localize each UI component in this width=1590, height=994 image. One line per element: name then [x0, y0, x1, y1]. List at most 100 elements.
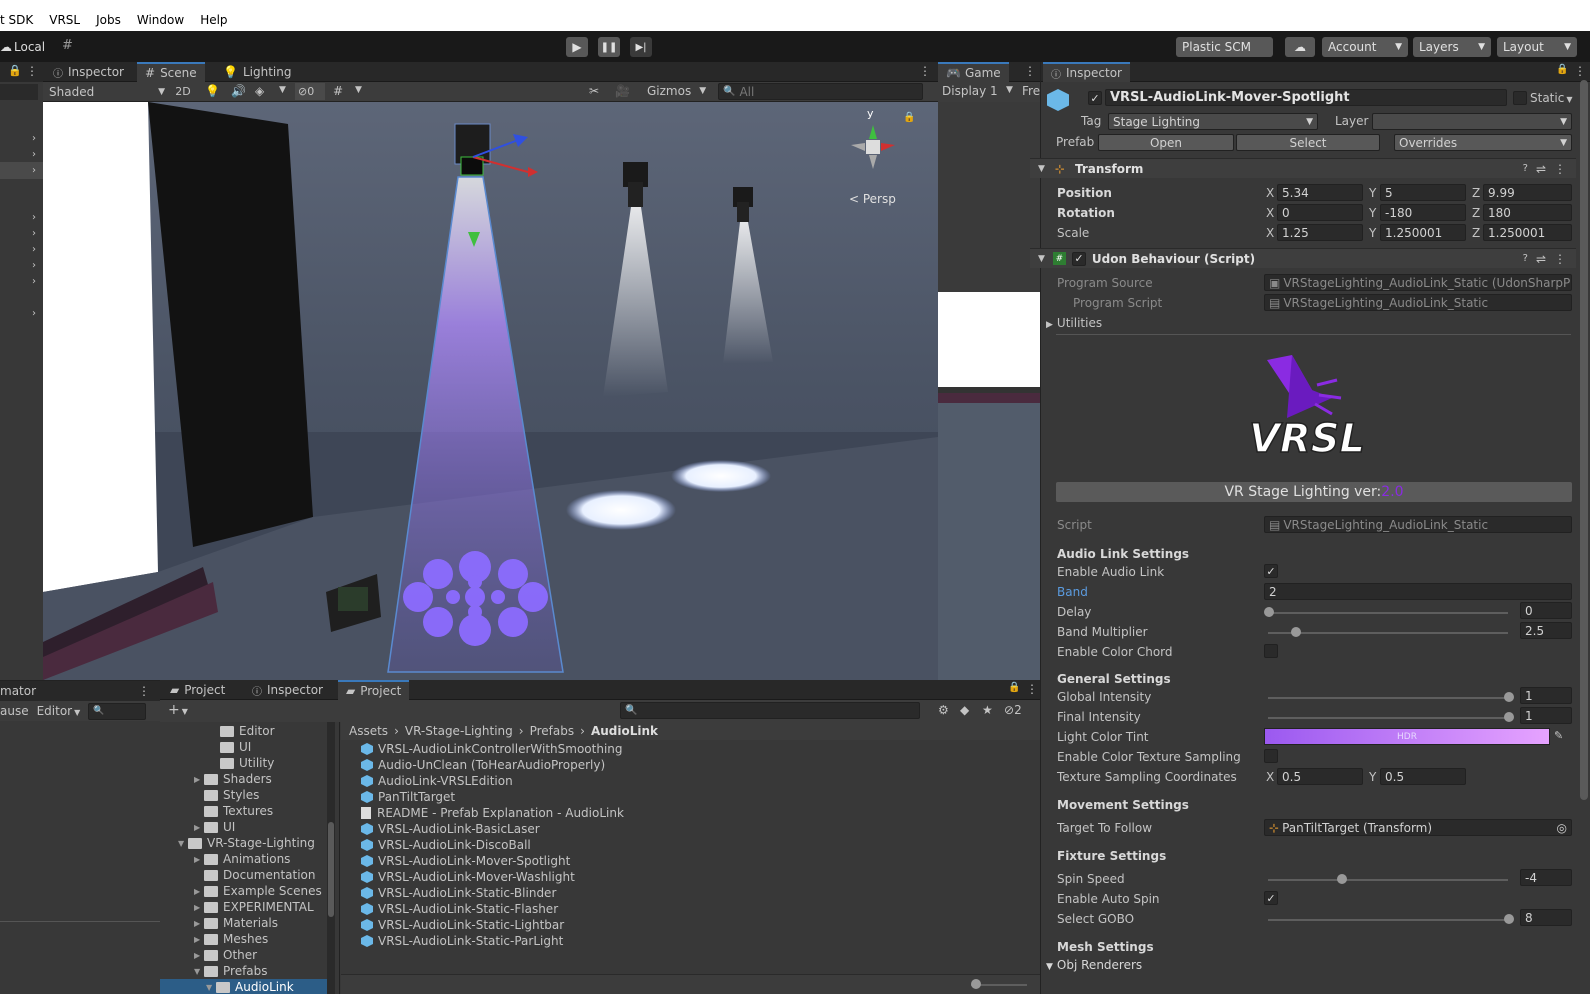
- lock-icon[interactable]: 🔒: [1008, 682, 1020, 693]
- kebab-icon[interactable]: ⋮: [1024, 64, 1036, 78]
- static-checkbox[interactable]: [1513, 91, 1527, 105]
- expand-arrow-icon[interactable]: ›: [32, 308, 36, 319]
- rotation-z-input[interactable]: 180: [1483, 204, 1572, 221]
- effects-dropdown-icon[interactable]: ▼: [279, 85, 286, 95]
- select-gobo-slider-track[interactable]: [1268, 919, 1508, 921]
- tree-item[interactable]: ▶ EXPERIMENTAL: [194, 900, 314, 914]
- grid-snap-icon[interactable]: #: [62, 38, 80, 56]
- rotation-y-input[interactable]: -180: [1380, 204, 1466, 221]
- hierarchy-selected-row[interactable]: [0, 162, 43, 179]
- filter-label-icon[interactable]: ◆: [960, 703, 969, 717]
- tree-item[interactable]: Documentation: [204, 868, 316, 882]
- object-name-input[interactable]: VRSL-AudioLink-Mover-Spotlight: [1105, 89, 1507, 106]
- list-item[interactable]: AudioLink-VRSLEdition: [361, 774, 513, 788]
- list-item[interactable]: VRSL-AudioLink-Static-ParLight: [361, 934, 563, 948]
- target-to-follow-field[interactable]: ⊹ PanTiltTarget (Transform) ◎: [1264, 819, 1572, 836]
- band-multiplier-input[interactable]: 2.5: [1520, 622, 1572, 639]
- list-item[interactable]: VRSL-AudioLink-DiscoBall: [361, 838, 531, 852]
- settings-icon[interactable]: ⇌: [1536, 252, 1546, 266]
- spin-speed-slider-knob[interactable]: [1337, 874, 1347, 884]
- final-intensity-input[interactable]: 1: [1520, 707, 1572, 724]
- camera-icon[interactable]: 🎥: [615, 84, 630, 98]
- lock-icon[interactable]: 🔒: [1556, 64, 1568, 75]
- settings-icon[interactable]: ⇌: [1536, 162, 1546, 176]
- enable-color-texture-sampling-checkbox[interactable]: [1264, 749, 1278, 763]
- kebab-icon[interactable]: ⋮: [138, 684, 150, 698]
- program-source-field[interactable]: ▣ VRStageLighting_AudioLink_Static (UdonS…: [1264, 274, 1572, 291]
- axis-y-label[interactable]: Y: [1369, 186, 1376, 200]
- inspector-scrollbar[interactable]: [1580, 80, 1588, 800]
- select-gobo-slider-knob[interactable]: [1504, 914, 1514, 924]
- breadcrumb-audiolink[interactable]: AudioLink: [591, 724, 658, 738]
- tab-animator[interactable]: mator: [0, 684, 36, 698]
- tree-item[interactable]: Textures: [204, 804, 273, 818]
- expand-arrow-icon[interactable]: ›: [32, 228, 36, 239]
- layer-dropdown[interactable]: ▼: [1372, 113, 1572, 130]
- plastic-scm-button[interactable]: Plastic SCM: [1176, 37, 1273, 57]
- texture-sampling-x-input[interactable]: 0.5: [1277, 768, 1363, 785]
- delay-slider-knob[interactable]: [1264, 607, 1274, 617]
- animator-search-input[interactable]: 🔍: [88, 702, 147, 720]
- tree-item[interactable]: ▶ UI: [194, 820, 235, 834]
- lighting-toggle-icon[interactable]: 💡: [205, 84, 220, 98]
- tree-item[interactable]: ▶ Animations: [194, 852, 290, 866]
- free-aspect-dropdown[interactable]: Fre: [1022, 84, 1040, 98]
- editor-dropdown[interactable]: Editor ▼: [37, 704, 81, 718]
- final-intensity-slider-track[interactable]: [1268, 717, 1508, 719]
- object-picker-icon[interactable]: ◎: [1557, 821, 1567, 835]
- active-checkbox[interactable]: ✓: [1088, 91, 1102, 105]
- tree-item[interactable]: Styles: [204, 788, 259, 802]
- enable-auto-spin-checkbox[interactable]: ✓: [1264, 891, 1278, 905]
- kebab-icon[interactable]: ⋮: [26, 64, 38, 78]
- display-dropdown[interactable]: Display 1: [942, 84, 998, 98]
- expand-arrow-icon[interactable]: ›: [32, 133, 36, 144]
- position-x-input[interactable]: 5.34: [1277, 184, 1363, 201]
- expand-arrow-icon[interactable]: ›: [32, 149, 36, 160]
- delay-input[interactable]: 0: [1520, 602, 1572, 619]
- pause-button[interactable]: ❚❚: [598, 37, 620, 57]
- spin-speed-slider-track[interactable]: [1268, 879, 1508, 881]
- light-color-tint-swatch[interactable]: HDR: [1264, 728, 1550, 745]
- tree-item[interactable]: ▶ Meshes: [194, 932, 268, 946]
- select-gobo-input[interactable]: 8: [1520, 909, 1572, 926]
- spin-speed-input[interactable]: -4: [1520, 869, 1572, 886]
- breadcrumb-vr-stage-lighting[interactable]: VR-Stage-Lighting: [405, 724, 513, 738]
- tab-game[interactable]: 🎮 Game: [938, 62, 1009, 82]
- expand-arrow-icon[interactable]: ›: [32, 260, 36, 271]
- tree-item[interactable]: Utility: [220, 756, 274, 770]
- icon-size-slider-knob[interactable]: [971, 979, 981, 989]
- static-dropdown[interactable]: Static ▼: [1530, 91, 1572, 105]
- tree-item[interactable]: ▶ Other: [194, 948, 257, 962]
- tree-item[interactable]: ▶ Materials: [194, 916, 278, 930]
- band-input[interactable]: 2: [1264, 583, 1572, 600]
- help-icon[interactable]: ?: [1523, 253, 1528, 264]
- list-item[interactable]: VRSL-AudioLink-Static-Blinder: [361, 886, 556, 900]
- expand-arrow-icon[interactable]: ›: [32, 244, 36, 255]
- display-dropdown-arrow-icon[interactable]: ▼: [1006, 85, 1013, 95]
- tag-dropdown[interactable]: Stage Lighting ▼: [1108, 113, 1318, 130]
- udon-enabled-checkbox[interactable]: ✓: [1071, 251, 1086, 266]
- tree-item-selected[interactable]: ▼ AudioLink: [206, 980, 294, 994]
- expand-arrow-icon[interactable]: ›: [32, 212, 36, 223]
- 2d-toggle[interactable]: 2D: [171, 83, 195, 100]
- axis-x-label[interactable]: X: [1266, 770, 1274, 784]
- global-intensity-input[interactable]: 1: [1520, 687, 1572, 704]
- help-icon[interactable]: ?: [1523, 163, 1528, 174]
- delay-slider-track[interactable]: [1268, 612, 1508, 614]
- tab-project[interactable]: ▰ Project: [162, 680, 233, 700]
- tab-scene[interactable]: # Scene: [137, 62, 205, 82]
- udon-behaviour-header[interactable]: ▼ # ✓ Udon Behaviour (Script) ? ⇌ ⋮: [1030, 248, 1576, 268]
- lock-icon[interactable]: 🔒: [903, 112, 915, 123]
- program-script-field[interactable]: ▤ VRStageLighting_AudioLink_Static: [1264, 294, 1572, 311]
- filter-type-icon[interactable]: ⚙: [938, 703, 949, 717]
- play-button[interactable]: ▶: [566, 37, 588, 57]
- perspective-toggle[interactable]: < Persp: [849, 192, 896, 206]
- final-intensity-slider-knob[interactable]: [1504, 712, 1514, 722]
- menu-window[interactable]: Window: [137, 13, 184, 27]
- scale-z-input[interactable]: 1.250001: [1483, 224, 1572, 241]
- position-z-input[interactable]: 9.99: [1483, 184, 1572, 201]
- hidden-packages-toggle[interactable]: ⊘ 2: [1004, 703, 1022, 717]
- position-y-input[interactable]: 5: [1380, 184, 1466, 201]
- list-item[interactable]: VRSL-AudioLink-Static-Lightbar: [361, 918, 564, 932]
- tree-item[interactable]: ▶ Example Scenes: [194, 884, 322, 898]
